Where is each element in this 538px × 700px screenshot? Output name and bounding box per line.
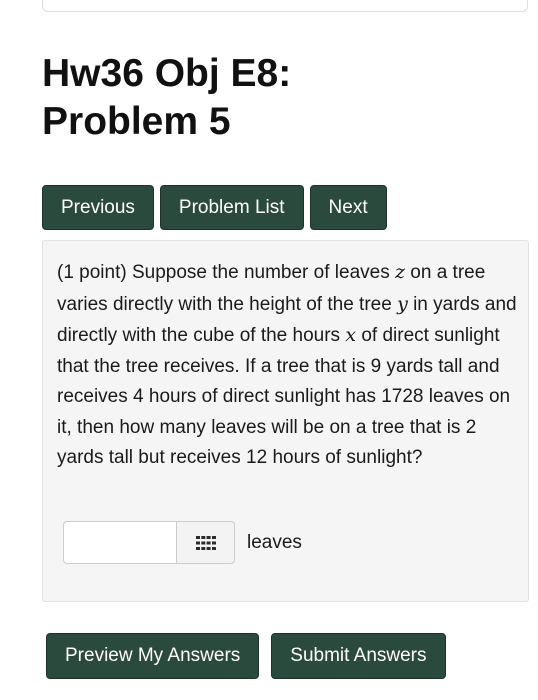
problem-statement: (1 point) Suppose the number of leaves z… — [57, 257, 517, 474]
answer-input[interactable] — [63, 521, 176, 564]
variable-y: y — [397, 292, 408, 315]
keypad-button[interactable] — [176, 521, 235, 564]
next-button[interactable]: Next — [309, 185, 387, 230]
problem-panel: (1 point) Suppose the number of leaves z… — [42, 240, 529, 602]
submit-answers-button[interactable]: Submit Answers — [271, 633, 446, 679]
problem-text-part-4: of direct sunlight that the tree receive… — [57, 325, 511, 468]
keypad-grid-icon — [195, 535, 216, 550]
page-title-line-2: Problem 5 — [42, 100, 231, 143]
previous-button[interactable]: Previous — [42, 185, 154, 230]
variable-z: z — [394, 261, 405, 283]
problem-list-button[interactable]: Problem List — [159, 185, 304, 230]
preview-answers-button[interactable]: Preview My Answers — [46, 633, 260, 679]
previous-section-card — [42, 0, 528, 12]
problem-text-part-1: (1 point) Suppose the number of leaves — [57, 262, 395, 283]
answer-actions: Preview My Answers Submit Answers — [46, 633, 446, 679]
answer-unit-label: leaves — [247, 531, 302, 553]
variable-x: x — [345, 324, 357, 346]
problem-navigation: Previous Problem List Next — [42, 185, 387, 230]
answer-row: leaves — [63, 521, 302, 564]
page-title-line-1: Hw36 Obj E8: — [42, 52, 292, 95]
page-title: Hw36 Obj E8: Problem 5 — [42, 50, 291, 146]
